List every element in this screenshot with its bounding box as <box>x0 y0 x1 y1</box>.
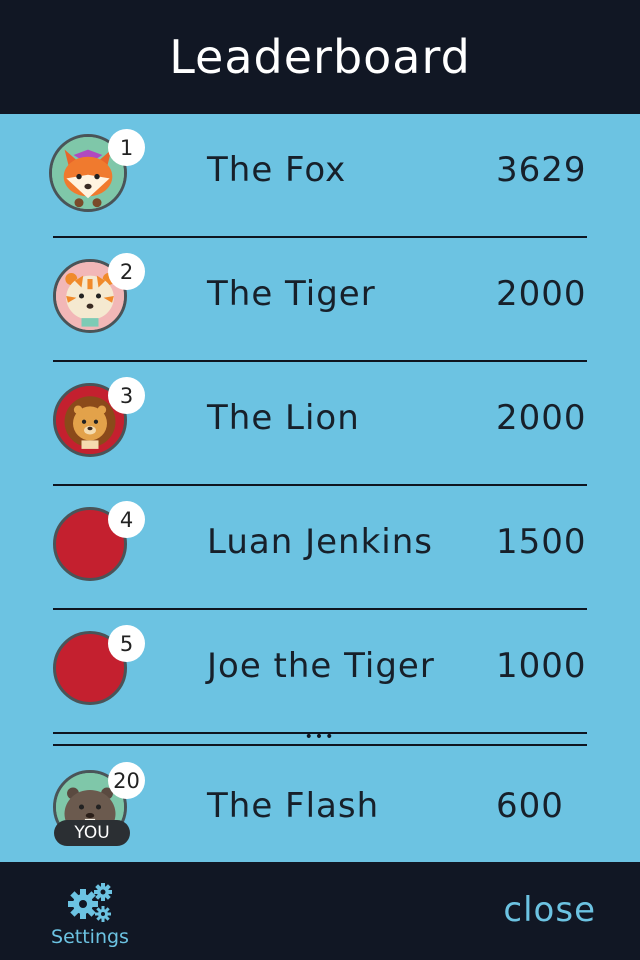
player-score: 2000 <box>496 398 587 438</box>
player-name: The Tiger <box>207 274 376 314</box>
player-score: 1000 <box>496 646 587 686</box>
rank-badge: 20 <box>108 762 145 799</box>
leaderboard-row-4[interactable]: 4 Luan Jenkins 1500 <box>0 486 640 610</box>
leaderboard-row-1[interactable]: 1 The Fox 3629 <box>0 114 640 238</box>
rank-badge: 5 <box>108 625 145 662</box>
player-score: 600 <box>496 786 564 826</box>
player-name: The Fox <box>207 150 347 190</box>
gears-icon <box>68 883 112 922</box>
footer-bar: Settings close <box>0 862 640 960</box>
rank-badge: 4 <box>108 501 145 538</box>
rank-gap-separator: ••• <box>53 728 587 746</box>
leaderboard-row-3[interactable]: 3 The Lion 2000 <box>0 362 640 486</box>
player-name: The Lion <box>207 398 360 438</box>
player-score: 3629 <box>496 150 587 190</box>
leaderboard-row-2[interactable]: 2 The Tiger 2000 <box>0 238 640 362</box>
page-title: Leaderboard <box>169 30 471 84</box>
player-name: Joe the Tiger <box>207 646 435 686</box>
rank-badge: 2 <box>108 253 145 290</box>
leaderboard-list: 1 The Fox 3629 2 The Tiger 2000 3 The Li… <box>0 114 640 862</box>
leaderboard-row-5[interactable]: 5 Joe the Tiger 1000 <box>0 610 640 734</box>
player-name: Luan Jenkins <box>207 522 433 562</box>
header-bar: Leaderboard <box>0 0 640 114</box>
rank-badge: 1 <box>108 129 145 166</box>
you-badge: YOU <box>54 820 130 846</box>
rank-badge: 3 <box>108 377 145 414</box>
player-name: The Flash <box>207 786 380 826</box>
settings-button[interactable]: Settings <box>40 880 140 950</box>
settings-label: Settings <box>51 926 129 948</box>
current-user-row[interactable]: 20 YOU The Flash 600 <box>0 746 640 862</box>
player-score: 2000 <box>496 274 587 314</box>
close-button[interactable]: close <box>503 890 596 930</box>
player-score: 1500 <box>496 522 587 562</box>
ellipsis-icon: ••• <box>304 729 336 745</box>
